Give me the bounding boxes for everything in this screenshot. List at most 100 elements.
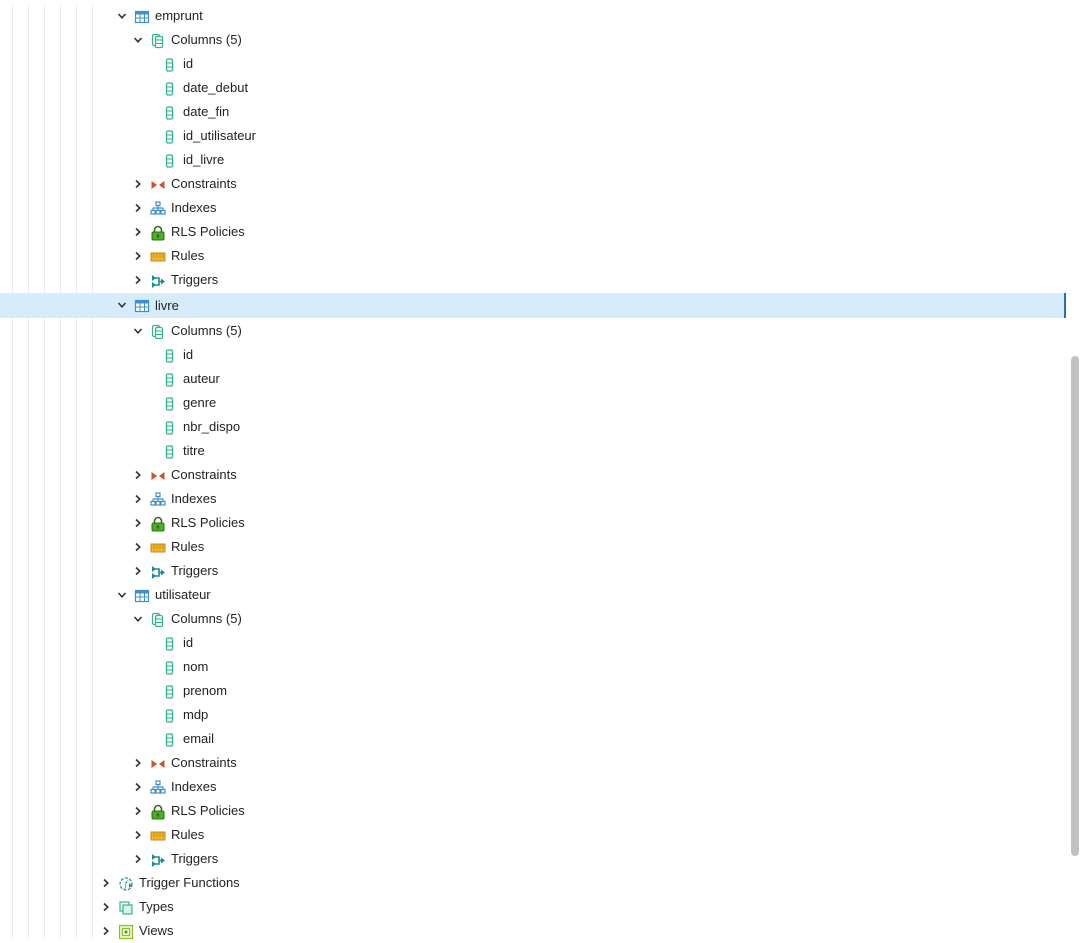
tree-node-column-id-livre[interactable]: id_livre: [0, 148, 1066, 172]
tree-node-label: Rules: [171, 248, 205, 263]
column-icon: [162, 708, 178, 724]
tree-node-label: id_livre: [183, 152, 225, 167]
constraints-icon: [150, 468, 166, 484]
tree-node-triggers[interactable]: Triggers: [0, 268, 1066, 292]
chevron-down-icon[interactable]: [133, 614, 143, 624]
column-icon: [162, 396, 178, 412]
column-icon: [162, 105, 178, 121]
tree-node-label: Types: [139, 899, 174, 914]
tree-node-triggers[interactable]: Triggers: [0, 847, 1066, 871]
rules-icon: [150, 828, 166, 844]
chevron-right-icon[interactable]: [133, 758, 143, 768]
tree-node-label: Columns (5): [171, 611, 242, 626]
triggers-icon: [150, 564, 166, 580]
tree-node-rules[interactable]: Rules: [0, 535, 1066, 559]
chevron-right-icon[interactable]: [101, 878, 111, 888]
tree-node-column-id[interactable]: id: [0, 52, 1066, 76]
tree-node-rules[interactable]: Rules: [0, 823, 1066, 847]
chevron-right-icon[interactable]: [133, 854, 143, 864]
lock-icon: [150, 516, 166, 532]
chevron-right-icon[interactable]: [133, 782, 143, 792]
chevron-down-icon[interactable]: [133, 35, 143, 45]
chevron-right-icon[interactable]: [133, 251, 143, 261]
tree-node-columns[interactable]: Columns (5): [0, 607, 1066, 631]
tree-node-label: Views: [139, 923, 174, 938]
column-icon: [162, 420, 178, 436]
tree-node-column-nom[interactable]: nom: [0, 655, 1066, 679]
tree-node-rules[interactable]: Rules: [0, 244, 1066, 268]
tree-node-label: id: [183, 347, 194, 362]
chevron-right-icon[interactable]: [133, 542, 143, 552]
tree-node-indexes[interactable]: Indexes: [0, 196, 1066, 220]
tree-node-column-nbr-dispo[interactable]: nbr_dispo: [0, 415, 1066, 439]
tree-node-columns[interactable]: Columns (5): [0, 28, 1066, 52]
chevron-right-icon[interactable]: [133, 179, 143, 189]
tree-node-label: Columns (5): [171, 323, 242, 338]
chevron-right-icon[interactable]: [133, 275, 143, 285]
tree-node-types[interactable]: Types: [0, 895, 1066, 919]
chevron-right-icon[interactable]: [133, 518, 143, 528]
tree-node-label: livre: [155, 298, 179, 313]
tree-node-trigger-functions[interactable]: f Trigger Functions: [0, 871, 1066, 895]
chevron-right-icon[interactable]: [133, 806, 143, 816]
chevron-down-icon[interactable]: [117, 590, 127, 600]
tree-node-label: Constraints: [171, 467, 237, 482]
tree-node-column-date-debut[interactable]: date_debut: [0, 76, 1066, 100]
chevron-down-icon[interactable]: [117, 300, 127, 310]
tree-node-label: RLS Policies: [171, 224, 245, 239]
constraints-icon: [150, 177, 166, 193]
chevron-right-icon[interactable]: [101, 902, 111, 912]
tree-node-label: utilisateur: [155, 587, 211, 602]
views-icon: [118, 924, 134, 940]
tree-node-indexes[interactable]: Indexes: [0, 487, 1066, 511]
tree-node-column-genre[interactable]: genre: [0, 391, 1066, 415]
svg-text:f: f: [124, 880, 130, 889]
tree-node-label: titre: [183, 443, 205, 458]
chevron-right-icon[interactable]: [133, 470, 143, 480]
chevron-right-icon[interactable]: [133, 227, 143, 237]
constraints-icon: [150, 756, 166, 772]
tree-node-label: Indexes: [171, 779, 217, 794]
tree-node-column-id[interactable]: id: [0, 631, 1066, 655]
chevron-right-icon[interactable]: [133, 566, 143, 576]
tree-node-indexes[interactable]: Indexes: [0, 775, 1066, 799]
tree-node-constraints[interactable]: Constraints: [0, 172, 1066, 196]
chevron-right-icon[interactable]: [133, 830, 143, 840]
chevron-down-icon[interactable]: [133, 326, 143, 336]
tree-node-label: Rules: [171, 539, 205, 554]
tree-node-label: email: [183, 731, 215, 746]
chevron-right-icon[interactable]: [101, 926, 111, 936]
triggers-icon: [150, 852, 166, 868]
table-icon: [134, 588, 150, 604]
tree-node-table-emprunt[interactable]: emprunt: [0, 4, 1066, 28]
tree-node-label: Triggers: [171, 563, 219, 578]
tree-node-label: nbr_dispo: [183, 419, 241, 434]
scrollbar-thumb[interactable]: [1071, 356, 1079, 856]
tree-node-column-mdp[interactable]: mdp: [0, 703, 1066, 727]
tree-node-rls-policies[interactable]: RLS Policies: [0, 511, 1066, 535]
tree-node-column-email[interactable]: email: [0, 727, 1066, 751]
chevron-right-icon[interactable]: [133, 203, 143, 213]
chevron-down-icon[interactable]: [117, 11, 127, 21]
tree-node-constraints[interactable]: Constraints: [0, 463, 1066, 487]
tree-node-constraints[interactable]: Constraints: [0, 751, 1066, 775]
chevron-right-icon[interactable]: [133, 494, 143, 504]
column-icon: [162, 372, 178, 388]
tree-node-columns[interactable]: Columns (5): [0, 319, 1066, 343]
tree-node-triggers[interactable]: Triggers: [0, 559, 1066, 583]
tree-node-table-livre[interactable]: livre: [0, 293, 1066, 318]
column-icon: [162, 444, 178, 460]
tree-node-column-id-utilisateur[interactable]: id_utilisateur: [0, 124, 1066, 148]
tree-node-column-prenom[interactable]: prenom: [0, 679, 1066, 703]
tree-node-column-titre[interactable]: titre: [0, 439, 1066, 463]
tree-node-rls-policies[interactable]: RLS Policies: [0, 799, 1066, 823]
vertical-scrollbar[interactable]: [1066, 0, 1083, 939]
table-icon: [134, 298, 150, 314]
tree-node-column-date-fin[interactable]: date_fin: [0, 100, 1066, 124]
tree-node-column-id[interactable]: id: [0, 343, 1066, 367]
tree-node-views[interactable]: Views: [0, 919, 1066, 943]
tree-node-column-auteur[interactable]: auteur: [0, 367, 1066, 391]
tree-node-rls-policies[interactable]: RLS Policies: [0, 220, 1066, 244]
tree-node-table-utilisateur[interactable]: utilisateur: [0, 583, 1066, 607]
column-icon: [162, 81, 178, 97]
